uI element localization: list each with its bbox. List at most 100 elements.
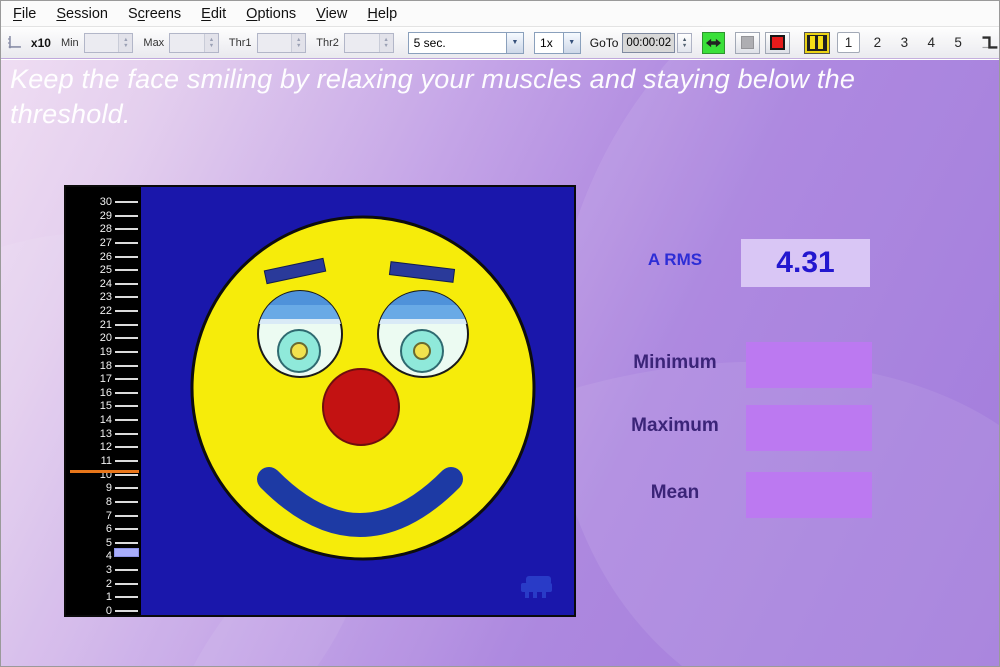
tick-label-1: 1: [68, 591, 112, 603]
menu-item-options[interactable]: Options: [236, 2, 306, 26]
min-label: Min: [61, 37, 79, 49]
tick-line: [115, 569, 138, 571]
stat-value-box-minimum: [746, 342, 872, 388]
stat-label-mean: Mean: [614, 482, 736, 504]
tick-line: [115, 310, 138, 312]
menu-item-session[interactable]: Session: [46, 2, 118, 26]
menu-item-help[interactable]: Help: [357, 2, 407, 26]
smiley-face-graphic: [141, 187, 574, 615]
tick-line: [115, 215, 138, 217]
tick-label-12: 12: [68, 441, 112, 453]
tick-label-27: 27: [68, 237, 112, 249]
tick-label-15: 15: [68, 400, 112, 412]
tick-line: [115, 242, 138, 244]
tick-line: [115, 528, 138, 530]
thr2-label: Thr2: [316, 37, 339, 49]
speed-value: 1x: [535, 36, 563, 50]
tick-label-11: 11: [68, 455, 112, 467]
min-spinbox[interactable]: ▲▼: [84, 33, 134, 53]
menu-item-view[interactable]: View: [306, 2, 357, 26]
tick-line: [115, 610, 138, 612]
time-window-combobox[interactable]: 5 sec. ▼: [408, 32, 524, 54]
spin-down-icon[interactable]: ▼: [682, 43, 687, 49]
tick-label-19: 19: [68, 346, 112, 358]
value-marker: [114, 548, 139, 557]
tick-label-22: 22: [68, 305, 112, 317]
tick-label-7: 7: [68, 510, 112, 522]
thr2-spinbox[interactable]: ▲▼: [344, 33, 394, 53]
threshold-step-icon[interactable]: [980, 34, 999, 51]
rms-label: A RMS: [614, 250, 736, 270]
tick-line: [115, 337, 138, 339]
tick-label-5: 5: [68, 537, 112, 549]
stop-button[interactable]: [765, 32, 790, 54]
screen-button-3[interactable]: 3: [894, 32, 914, 53]
nose: [323, 369, 399, 445]
speed-combobox[interactable]: 1x ▼: [534, 32, 581, 54]
tick-label-8: 8: [68, 496, 112, 508]
scale-strip: 3029282726252423222120191817161514131211…: [66, 187, 141, 615]
tick-label-2: 2: [68, 578, 112, 590]
stat-value-box-mean: [746, 472, 872, 518]
red-square-icon: [770, 35, 785, 50]
tick-label-6: 6: [68, 523, 112, 535]
max-spinbox[interactable]: ▲▼: [169, 33, 219, 53]
menu-item-file[interactable]: File: [3, 2, 46, 26]
goto-label: GoTo: [590, 36, 619, 50]
tick-line: [115, 419, 138, 421]
double-horizontal-arrow-icon: [705, 37, 722, 49]
thr1-label: Thr1: [229, 37, 252, 49]
tick-label-25: 25: [68, 264, 112, 276]
thr1-spinbox[interactable]: ▲▼: [257, 33, 307, 53]
menu-item-screens[interactable]: Screens: [118, 2, 191, 26]
tick-line: [115, 256, 138, 258]
tick-label-24: 24: [68, 278, 112, 290]
goto-time-value: 00:00:02: [626, 37, 671, 49]
tick-label-14: 14: [68, 414, 112, 426]
screen-button-4[interactable]: 4: [921, 32, 941, 53]
tick-line: [115, 378, 138, 380]
chevron-down-icon[interactable]: ▼: [563, 33, 580, 53]
tick-label-0: 0: [68, 605, 112, 617]
x10-scale-button[interactable]: x10: [31, 36, 51, 50]
gray-square-button[interactable]: [735, 32, 760, 54]
screen-button-2[interactable]: 2: [867, 32, 887, 53]
pause-button[interactable]: [804, 32, 830, 54]
right-pupil: [414, 343, 430, 359]
left-pupil: [291, 343, 307, 359]
tick-line: [115, 228, 138, 230]
goto-time-input[interactable]: 00:00:02: [622, 33, 675, 53]
chevron-down-icon[interactable]: ▼: [506, 33, 523, 53]
tick-line: [115, 542, 138, 544]
tick-label-9: 9: [68, 482, 112, 494]
feedback-panel: 3029282726252423222120191817161514131211…: [64, 185, 576, 617]
menu-bar: FileSessionScreensEditOptionsViewHelp: [1, 1, 999, 27]
screen-button-1[interactable]: 1: [837, 32, 861, 53]
rms-value: 4.31: [776, 246, 834, 280]
rms-value-box: 4.31: [741, 239, 870, 287]
goto-time-spinner[interactable]: ▲ ▼: [677, 33, 692, 53]
screen-button-5[interactable]: 5: [948, 32, 968, 53]
tick-label-20: 20: [68, 332, 112, 344]
tick-line: [115, 433, 138, 435]
toolbar: x10 Min▲▼Max▲▼Thr1▲▼Thr2▲▼ 5 sec. ▼ 1x ▼…: [1, 27, 999, 59]
tick-line: [115, 269, 138, 271]
tick-line: [115, 446, 138, 448]
fast-scroll-button[interactable]: [702, 32, 725, 54]
tick-line: [115, 515, 138, 517]
instruction-text: Keep the face smiling by relaxing your m…: [10, 62, 915, 131]
tick-line: [115, 296, 138, 298]
tick-line: [115, 365, 138, 367]
tick-line: [115, 474, 138, 476]
axis-scale-icon[interactable]: [6, 35, 22, 51]
face-display: [141, 187, 574, 615]
pause-icon: [818, 36, 823, 49]
gray-square-icon: [741, 36, 754, 49]
tick-label-30: 30: [68, 196, 112, 208]
stat-value-box-maximum: [746, 405, 872, 451]
stat-label-maximum: Maximum: [614, 415, 736, 437]
tick-line: [115, 596, 138, 598]
menu-item-edit[interactable]: Edit: [191, 2, 236, 26]
threshold-line[interactable]: [70, 470, 139, 473]
tick-label-29: 29: [68, 210, 112, 222]
